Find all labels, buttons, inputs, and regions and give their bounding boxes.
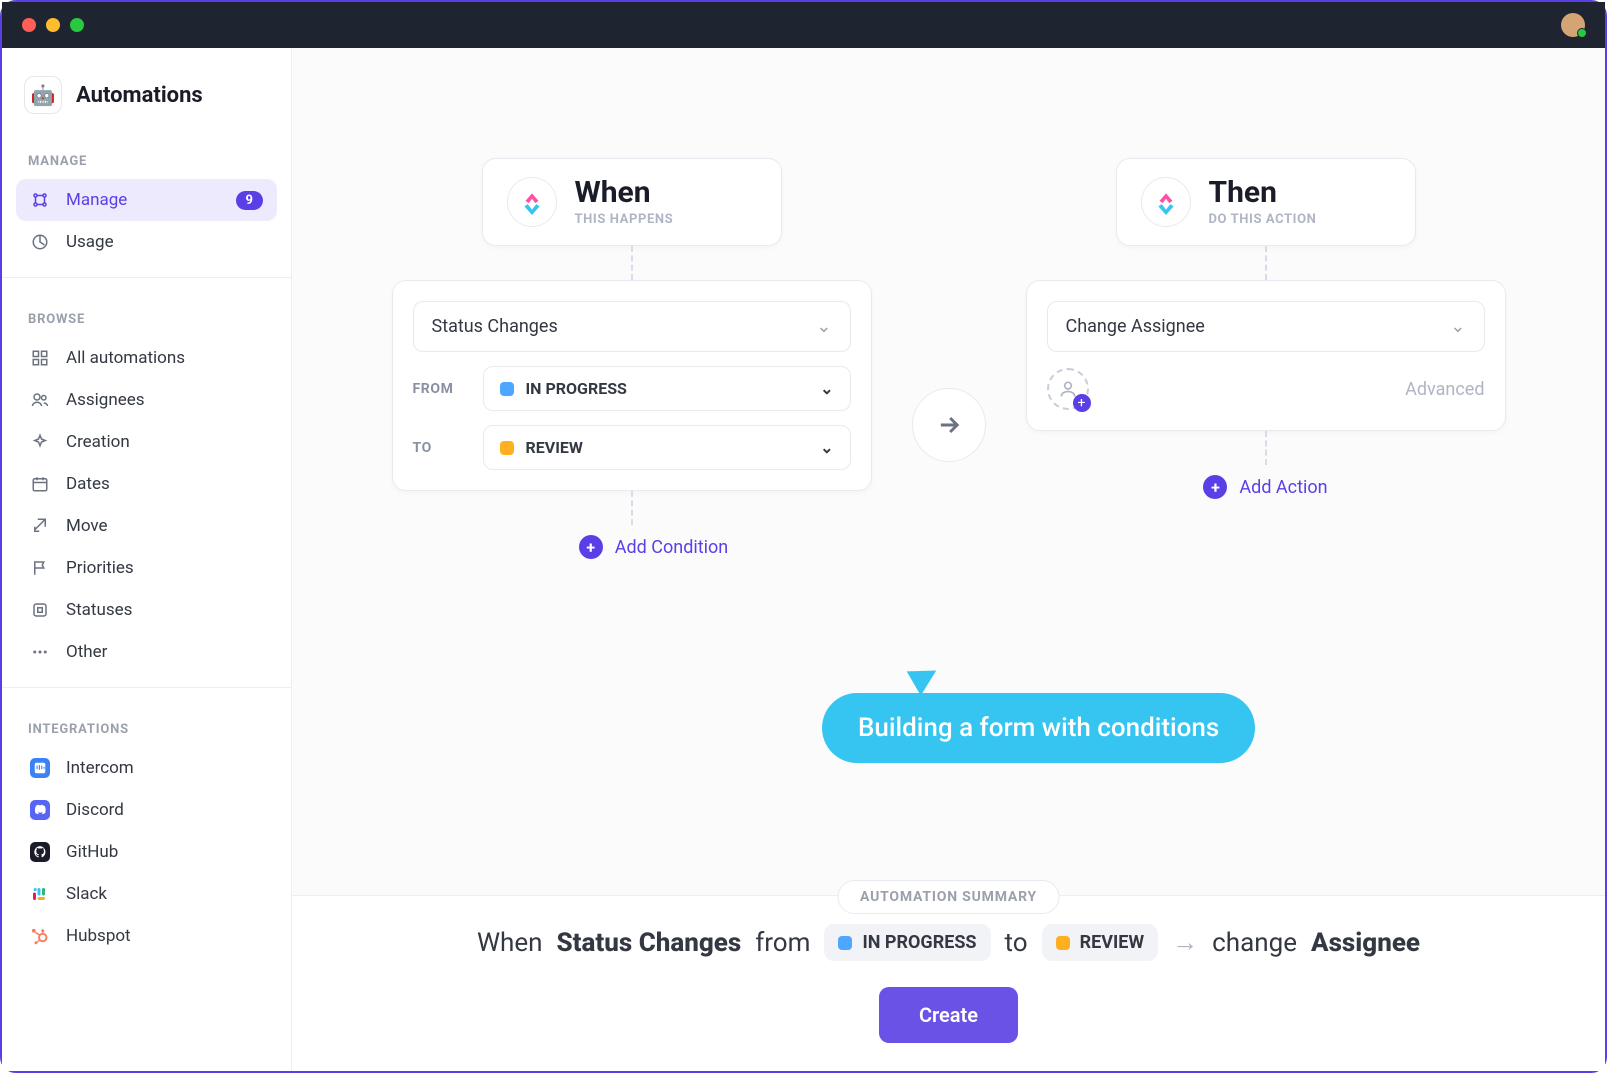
- sparkle-icon: [30, 433, 50, 451]
- sidebar-title: Automations: [76, 83, 203, 108]
- discord-icon: [30, 800, 50, 820]
- arrow-icon: →: [1172, 927, 1198, 958]
- advanced-link[interactable]: Advanced: [1405, 379, 1484, 400]
- to-status-select[interactable]: REVIEW ⌄: [483, 425, 851, 470]
- sidebar: 🤖 Automations MANAGE Manage 9 Usage BROW…: [2, 48, 292, 1071]
- usage-icon: [30, 233, 50, 251]
- slack-icon: [30, 885, 50, 903]
- then-card: Change Assignee ⌄ Advanced: [1026, 280, 1506, 431]
- chevron-down-icon: ⌄: [816, 316, 831, 337]
- from-status-select[interactable]: IN PROGRESS ⌄: [483, 366, 851, 411]
- section-browse-label: BROWSE: [16, 302, 277, 337]
- intercom-icon: [30, 758, 50, 778]
- add-condition-button[interactable]: + Add Condition: [535, 535, 728, 559]
- then-subtitle: DO THIS ACTION: [1209, 212, 1317, 227]
- cursor-icon: [907, 658, 944, 695]
- from-label: FROM: [413, 381, 463, 397]
- sidebar-item-statuses[interactable]: Statuses: [16, 589, 277, 631]
- minimize-window[interactable]: [46, 18, 60, 32]
- move-icon: [30, 517, 50, 535]
- clickup-logo-icon: [1141, 177, 1191, 227]
- sidebar-item-assignees[interactable]: Assignees: [16, 379, 277, 421]
- chevron-down-icon: ⌄: [1450, 316, 1465, 337]
- sidebar-item-label: Usage: [66, 232, 114, 252]
- chevron-down-icon: ⌄: [820, 438, 833, 457]
- titlebar: [2, 2, 1605, 48]
- sidebar-item-usage[interactable]: Usage: [16, 221, 277, 263]
- sidebar-item-all[interactable]: All automations: [16, 337, 277, 379]
- dots-icon: [30, 643, 50, 661]
- sidebar-item-github[interactable]: GitHub: [16, 831, 277, 873]
- flag-icon: [30, 559, 50, 577]
- user-avatar[interactable]: [1561, 13, 1585, 37]
- sidebar-item-hubspot[interactable]: Hubspot: [16, 915, 277, 957]
- main-canvas: When THIS HAPPENS Status Changes ⌄ FROM: [292, 48, 1605, 1071]
- plus-icon: +: [1203, 475, 1227, 499]
- section-integrations-label: INTEGRATIONS: [16, 712, 277, 747]
- sidebar-item-move[interactable]: Move: [16, 505, 277, 547]
- summary-footer: AUTOMATION SUMMARY When Status Changes f…: [292, 895, 1605, 1071]
- window-controls: [22, 18, 84, 32]
- summary-label: AUTOMATION SUMMARY: [837, 880, 1060, 914]
- sidebar-item-manage[interactable]: Manage 9: [16, 179, 277, 221]
- action-select[interactable]: Change Assignee ⌄: [1047, 301, 1485, 352]
- sidebar-item-other[interactable]: Other: [16, 631, 277, 673]
- plus-icon: +: [579, 535, 603, 559]
- trigger-select[interactable]: Status Changes ⌄: [413, 301, 851, 352]
- add-action-button[interactable]: + Add Action: [1203, 475, 1327, 499]
- github-icon: [30, 842, 50, 862]
- when-title: When: [575, 178, 674, 208]
- add-assignee-button[interactable]: [1047, 368, 1089, 410]
- summary-from-chip: IN PROGRESS: [824, 924, 990, 961]
- sidebar-item-discord[interactable]: Discord: [16, 789, 277, 831]
- when-header: When THIS HAPPENS: [482, 158, 782, 246]
- sidebar-item-label: Manage: [66, 190, 127, 210]
- status-color-swatch: [500, 382, 514, 396]
- manage-icon: [30, 191, 50, 209]
- status-color-swatch: [500, 441, 514, 455]
- to-label: TO: [413, 440, 463, 456]
- summary-sentence: When Status Changes from IN PROGRESS to …: [292, 924, 1605, 961]
- flow-arrow: [912, 388, 986, 462]
- sidebar-item-creation[interactable]: Creation: [16, 421, 277, 463]
- create-button[interactable]: Create: [879, 987, 1018, 1043]
- users-icon: [30, 391, 50, 409]
- sidebar-item-intercom[interactable]: Intercom: [16, 747, 277, 789]
- status-icon: [30, 601, 50, 619]
- maximize-window[interactable]: [70, 18, 84, 32]
- automations-icon: 🤖: [24, 76, 62, 114]
- summary-to-chip: REVIEW: [1042, 924, 1159, 961]
- then-title: Then: [1209, 178, 1317, 208]
- manage-badge: 9: [236, 191, 263, 210]
- grid-icon: [30, 349, 50, 367]
- then-header: Then DO THIS ACTION: [1116, 158, 1416, 246]
- tutorial-tooltip: Building a form with conditions: [822, 693, 1255, 763]
- sidebar-item-slack[interactable]: Slack: [16, 873, 277, 915]
- close-window[interactable]: [22, 18, 36, 32]
- chevron-down-icon: ⌄: [820, 379, 833, 398]
- when-subtitle: THIS HAPPENS: [575, 212, 674, 227]
- sidebar-item-dates[interactable]: Dates: [16, 463, 277, 505]
- hubspot-icon: [30, 927, 50, 945]
- clickup-logo-icon: [507, 177, 557, 227]
- when-card: Status Changes ⌄ FROM IN PROGRESS ⌄ TO: [392, 280, 872, 491]
- calendar-icon: [30, 475, 50, 493]
- section-manage-label: MANAGE: [16, 144, 277, 179]
- sidebar-header: 🤖 Automations: [2, 68, 291, 134]
- sidebar-item-priorities[interactable]: Priorities: [16, 547, 277, 589]
